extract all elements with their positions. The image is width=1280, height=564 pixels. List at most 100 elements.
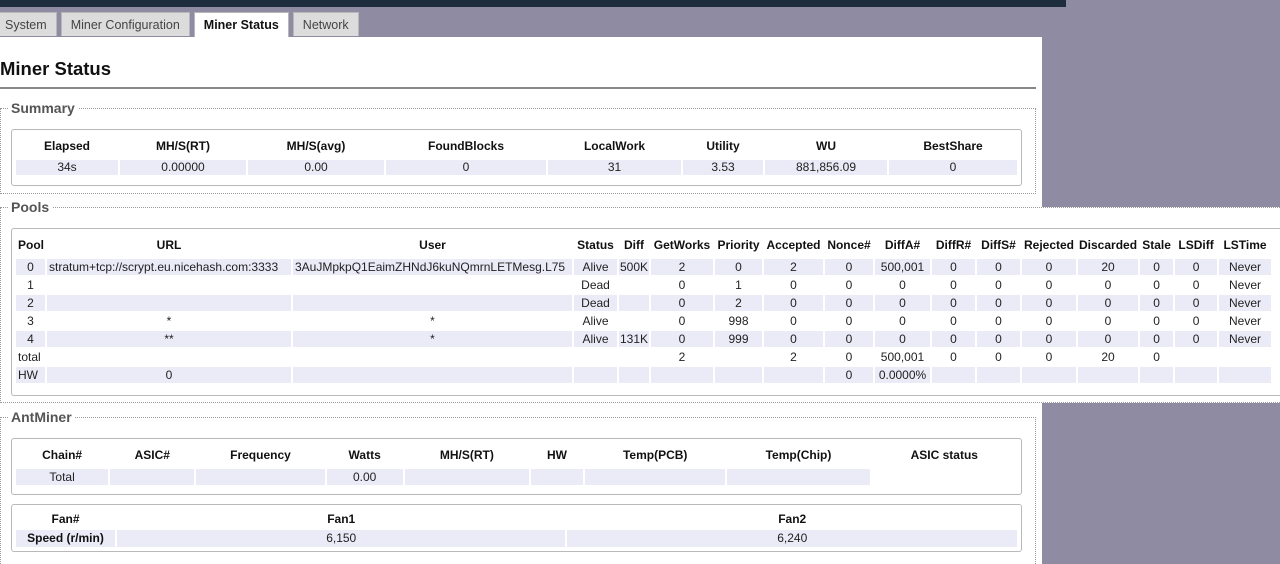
tab-bar: System Miner Configuration Miner Status … (0, 12, 359, 38)
pool-cell: 3 (27, 314, 34, 328)
fan-speed-row: Speed (r/min) 6,150 6,240 (16, 530, 1017, 547)
pool-cell: stratum+tcp://scrypt.eu.nicehash.com:333… (47, 259, 291, 275)
pool-cell (715, 367, 762, 383)
pool-cell: 0 (899, 314, 906, 328)
pool-cell: 0.0000% (875, 367, 930, 383)
pools-header: DiffR# (935, 238, 972, 252)
pool-cell: Dead (581, 278, 610, 292)
pool-cell (619, 313, 649, 329)
pool-cell: 20 (1101, 350, 1115, 364)
fan-speed-value: 6,240 (567, 530, 1017, 547)
pool-cell (293, 367, 572, 383)
pool-cell: 0 (1104, 278, 1112, 292)
summary-value: 0 (386, 160, 546, 175)
pool-cell: 0 (1153, 278, 1160, 292)
summary-value: 881,856.09 (765, 160, 887, 175)
pools-header: Stale (1142, 238, 1171, 252)
antminer-header: Watts (348, 448, 381, 462)
summary-header: MH/S(avg) (286, 139, 346, 153)
pool-cell: Never (1219, 259, 1272, 275)
pool-cell: 1 (735, 278, 742, 292)
pool-cell (47, 349, 291, 365)
pool-cell (293, 295, 572, 311)
pool-cell (574, 367, 617, 383)
tab-network[interactable]: Network (292, 12, 359, 36)
pools-header: GetWorks (653, 238, 711, 252)
pool-cell: 0 (977, 259, 1020, 275)
summary-value-row: 34s 0.00000 0.00 0 31 3.53 881,856.09 0 (16, 160, 1017, 175)
tab-system[interactable]: System (0, 12, 57, 36)
pool-cell: 0 (1045, 314, 1053, 328)
pool-cell: 0 (1140, 259, 1174, 275)
pool-cell: 0 (825, 259, 873, 275)
antminer-header: Temp(PCB) (622, 448, 688, 462)
pool-cell: 0 (932, 295, 975, 311)
pool-cell: Never (1219, 295, 1272, 311)
pool-cell: 0 (1192, 278, 1200, 292)
pool-cell: 0 (995, 314, 1002, 328)
pool-cell: 0 (678, 314, 686, 328)
pool-cell (47, 295, 291, 311)
summary-value: 3.53 (683, 160, 763, 175)
pool-cell (715, 349, 762, 365)
pool-cell: 2 (651, 259, 713, 275)
pool-cell: 0 (845, 350, 853, 364)
pool-cell: 500K (619, 259, 649, 275)
pool-cell: * (293, 331, 572, 347)
pool-cell: 0 (845, 314, 853, 328)
pool-cell (764, 367, 823, 383)
pool-cell: Dead (574, 295, 617, 311)
pool-cell (1175, 349, 1217, 365)
pool-cell: 0 (1022, 295, 1076, 311)
pool-cell: Alive (574, 259, 617, 275)
pool-cell: 0 (845, 278, 853, 292)
pool-row: HW 0 0 0.0000% (16, 367, 1272, 383)
pool-cell (619, 367, 649, 383)
pools-table-box: Pool URL User Status Diff GetWorks Prior… (11, 228, 1280, 396)
pool-cell: 0 (764, 295, 823, 311)
pool-cell (1219, 367, 1272, 383)
summary-table-box: Elapsed MH/S(RT) MH/S(avg) FoundBlocks L… (11, 129, 1022, 186)
antminer-header-row: Chain# ASIC# Frequency Watts MH/S(RT) HW… (16, 443, 1017, 467)
summary-header: MH/S(RT) (156, 139, 210, 153)
pool-cell: 0 (1175, 331, 1218, 347)
summary-value: 31 (548, 160, 681, 175)
pool-cell: 0 (932, 331, 975, 347)
pool-cell: Alive (574, 331, 617, 347)
pool-cell: 0 (899, 278, 906, 292)
pools-header: Pool (18, 238, 44, 252)
pool-cell: 0 (1153, 350, 1160, 364)
pool-cell: 0 (875, 295, 930, 311)
pools-header: Nonce# (827, 238, 871, 252)
pools-header: DiffA# (884, 238, 921, 252)
pools-header: Status (577, 238, 614, 252)
pool-cell (47, 277, 291, 293)
pool-cell (619, 277, 649, 293)
antminer-header: HW (547, 448, 568, 462)
summary-header: LocalWork (583, 139, 646, 153)
pool-cell: 2 (678, 350, 686, 364)
pool-cell: 0 (1045, 350, 1053, 364)
antminer-cell (196, 469, 325, 485)
tab-miner-configuration[interactable]: Miner Configuration (60, 12, 190, 36)
pools-header: Discarded (1079, 238, 1138, 252)
antminer-table-box: Chain# ASIC# Frequency Watts MH/S(RT) HW… (11, 438, 1022, 495)
pool-cell: 0 (825, 331, 873, 347)
pool-cell (1219, 349, 1271, 365)
pool-cell: 2 (715, 295, 762, 311)
pool-cell: 0 (1022, 331, 1076, 347)
pool-cell: HW (16, 367, 45, 383)
pools-table: Pool URL User Status Diff GetWorks Prior… (14, 231, 1273, 385)
antminer-header: ASIC# (134, 448, 170, 462)
pool-cell: 500,001 (880, 350, 925, 364)
pool-row: 1 Dead 0 1 0 0 0 0 0 0 0 0 0 Never (16, 277, 1271, 293)
pool-cell (293, 277, 572, 293)
tab-miner-status[interactable]: Miner Status (193, 12, 289, 38)
pool-cell: 2 (764, 259, 823, 275)
pool-cell: 0 (1045, 278, 1053, 292)
fan-header: Fan2 (778, 511, 807, 526)
pools-header: User (419, 238, 446, 252)
pool-cell: 1 (27, 278, 34, 292)
pool-cell: ** (47, 331, 291, 347)
summary-value: 0.00 (248, 160, 384, 175)
